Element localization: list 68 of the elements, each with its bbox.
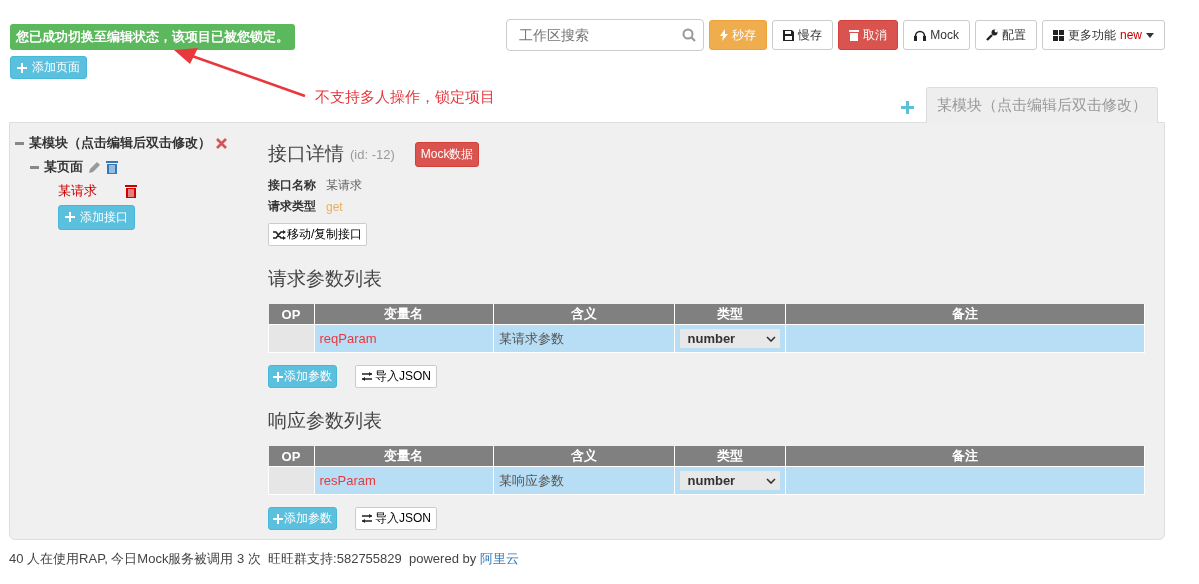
field-value: get xyxy=(326,199,343,214)
close-icon[interactable] xyxy=(216,137,227,149)
field-label: 接口名称 xyxy=(268,177,316,194)
lightning-icon xyxy=(720,29,729,41)
collapse-icon[interactable] xyxy=(15,141,24,145)
footer-text: 40 人在使用RAP, 今日Mock服务被调用 3 次 旺旺群支持:582755829 powered by xyxy=(9,551,477,566)
save-button[interactable]: 慢存 xyxy=(772,20,834,50)
plus-icon xyxy=(65,212,75,222)
param-name-cell[interactable]: reqParam xyxy=(314,324,493,353)
column-header: 备注 xyxy=(785,446,1145,467)
trash-icon[interactable] xyxy=(106,160,118,174)
grid-icon xyxy=(1053,29,1064,41)
column-header: OP xyxy=(268,304,314,325)
footer-link[interactable]: 阿里云 xyxy=(480,551,520,566)
column-header: 类型 xyxy=(674,304,785,325)
param-name-cell[interactable]: resParam xyxy=(314,466,493,495)
detail-title: 接口详情 xyxy=(268,142,344,166)
collapse-icon[interactable] xyxy=(30,165,39,169)
search-field[interactable]: 工作区搜索 xyxy=(506,19,705,51)
shuffle-icon xyxy=(273,229,286,240)
field-label: 请求类型 xyxy=(268,198,316,215)
column-header: 变量名 xyxy=(314,446,493,467)
request-item[interactable]: 某请求 xyxy=(58,182,97,200)
api-id: (id: -12) xyxy=(350,146,395,162)
chevron-icon xyxy=(765,335,776,342)
annotation-text: 不支持多人操作，锁定项目 xyxy=(315,88,495,107)
plus-icon xyxy=(273,371,283,382)
column-header: 类型 xyxy=(674,446,785,467)
section-title: 响应参数列表 xyxy=(268,409,383,433)
page-name[interactable]: 某页面 xyxy=(44,158,83,176)
section-title: 请求参数列表 xyxy=(268,267,383,291)
trash-icon[interactable] xyxy=(125,184,137,198)
op-cell xyxy=(268,324,314,353)
trash-icon xyxy=(849,29,860,41)
column-header: 含义 xyxy=(493,304,674,325)
column-header: 含义 xyxy=(493,446,674,467)
caret-icon xyxy=(1146,32,1154,38)
add-module-plus-icon[interactable] xyxy=(901,101,914,114)
op-cell xyxy=(268,466,314,495)
import-json-button[interactable]: 导入JSON xyxy=(355,365,437,388)
plus-icon xyxy=(17,62,27,73)
wrench-icon xyxy=(986,29,998,41)
remark-cell[interactable] xyxy=(785,324,1145,353)
pencil-icon[interactable] xyxy=(88,160,101,174)
param-meaning-cell[interactable]: 某响应参数 xyxy=(493,466,674,495)
cancel-button[interactable]: 取消 xyxy=(838,20,899,50)
import-json-button[interactable]: 导入JSON xyxy=(355,507,437,530)
mock-data-button[interactable]: Mock数据 xyxy=(414,141,480,167)
module-name[interactable]: 某模块（点击编辑后双击修改） xyxy=(29,134,211,152)
plus-icon xyxy=(273,513,283,524)
column-header: OP xyxy=(268,446,314,467)
headphones-icon xyxy=(914,29,927,41)
mock-button[interactable]: Mock xyxy=(903,20,970,50)
type-select[interactable]: number xyxy=(679,329,780,348)
column-header: 变量名 xyxy=(314,304,493,325)
success-alert: 您已成功切换至编辑状态，该项目已被您锁定。 xyxy=(10,24,295,50)
type-select[interactable]: number xyxy=(679,471,780,490)
chevron-icon xyxy=(765,477,776,484)
move-copy-button[interactable]: 移动/复制接口 xyxy=(268,223,368,246)
field-value: 某请求 xyxy=(326,177,362,194)
swap-arrows-icon xyxy=(361,372,373,381)
search-icon xyxy=(682,28,697,42)
config-button[interactable]: 配置 xyxy=(975,20,1037,50)
remark-cell[interactable] xyxy=(785,466,1145,495)
param-meaning-cell[interactable]: 某请求参数 xyxy=(493,324,674,353)
column-header: 备注 xyxy=(785,304,1145,325)
more-button[interactable]: 更多功能 new xyxy=(1042,20,1165,50)
swap-arrows-icon xyxy=(361,514,373,523)
